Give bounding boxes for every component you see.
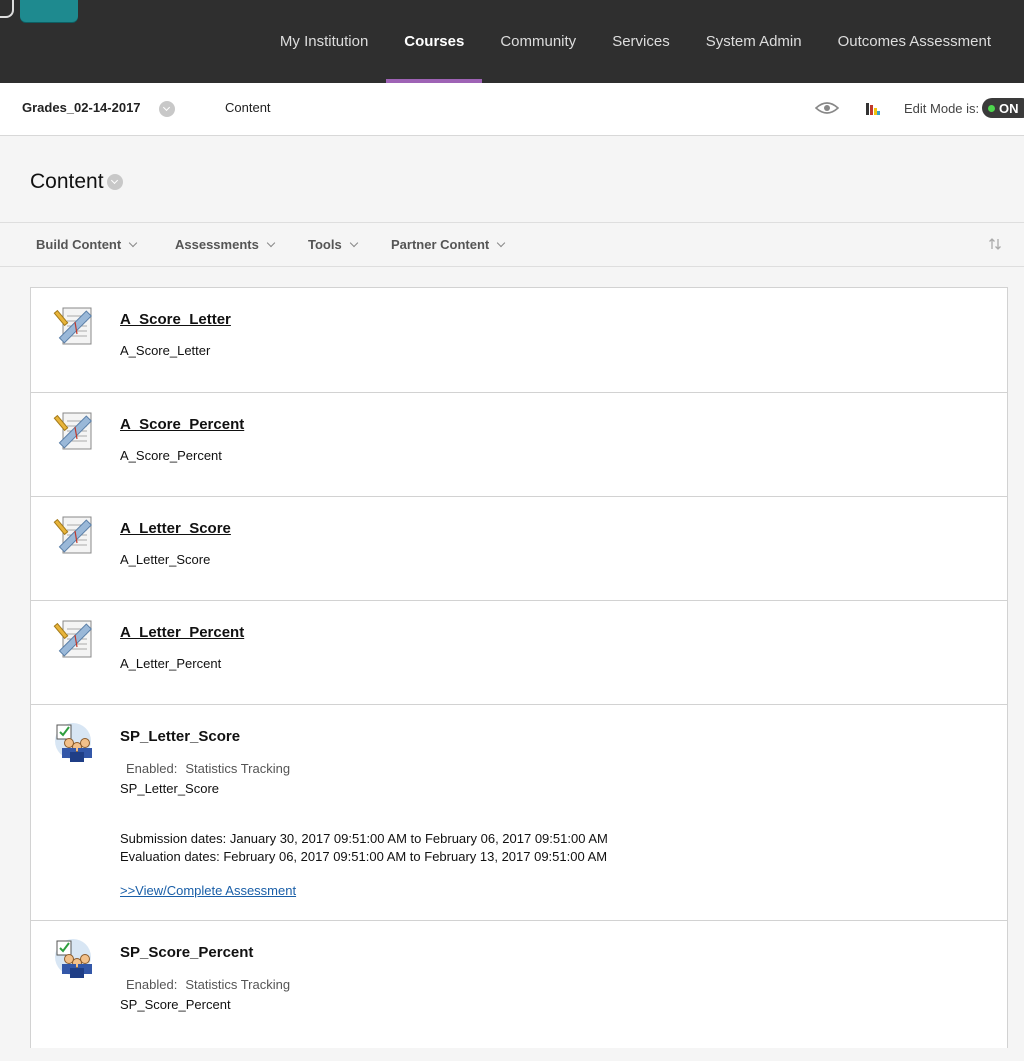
assessments-menu[interactable]: Assessments	[175, 237, 276, 252]
item-description: SP_Score_Percent	[120, 997, 231, 1012]
tools-menu[interactable]: Tools	[308, 237, 358, 252]
partner-content-menu[interactable]: Partner Content	[391, 237, 506, 252]
breadcrumb-bar: Grades_02-14-2017 Content Edit Mode is: …	[0, 83, 1024, 136]
assignment-icon	[53, 412, 92, 450]
reorder-sort-icon[interactable]	[988, 237, 1002, 251]
list-item: SP_Letter_Score Enabled: Statistics Track…	[31, 705, 1007, 921]
page-header: Content	[0, 142, 1024, 223]
item-title-link[interactable]: A_Letter_Score	[120, 520, 231, 537]
item-title-link[interactable]: A_Letter_Percent	[120, 624, 244, 641]
item-description: SP_Letter_Score	[120, 781, 220, 796]
assessment-dates: Submission dates: January 30, 2017 09:51…	[120, 830, 608, 866]
item-enabled-meta: Enabled: Statistics Tracking	[126, 977, 290, 992]
item-description: A_Score_Percent	[120, 448, 222, 463]
view-complete-assessment-link[interactable]: >>View/Complete Assessment	[120, 883, 296, 898]
content-menu-chevron-icon[interactable]	[107, 174, 123, 190]
submission-dates: Submission dates: January 30, 2017 09:51…	[120, 831, 608, 846]
nav-community[interactable]: Community	[482, 0, 594, 83]
chevron-down-icon	[349, 238, 358, 248]
item-title-link[interactable]: A_Score_Percent	[120, 416, 244, 433]
tools-label: Tools	[308, 237, 342, 252]
main-nav: My Institution Courses Community Service…	[262, 0, 1024, 83]
item-description: A_Letter_Percent	[120, 656, 222, 671]
enabled-value: Statistics Tracking	[185, 977, 291, 992]
partner-content-label: Partner Content	[391, 237, 490, 252]
assessments-label: Assessments	[175, 237, 259, 252]
nav-courses[interactable]: Courses	[386, 0, 483, 83]
item-description: A_Score_Letter	[120, 343, 211, 358]
evaluation-dates: Evaluation dates: February 06, 2017 09:5…	[120, 849, 608, 864]
institution-logo[interactable]	[20, 0, 78, 22]
item-title[interactable]: SP_Score_Percent	[120, 944, 253, 961]
list-item: A_Score_Letter A_Score_Letter	[31, 288, 1007, 393]
breadcrumb-current: Content	[225, 100, 271, 115]
nav-outcomes-assessment[interactable]: Outcomes Assessment	[820, 0, 1024, 83]
breadcrumb-course[interactable]: Grades_02-14-2017	[22, 100, 141, 115]
nav-services[interactable]: Services	[594, 0, 688, 83]
list-item: SP_Score_Percent Enabled: Statistics Trac…	[31, 921, 1007, 1061]
course-menu-chevron-icon[interactable]	[159, 101, 175, 117]
edit-mode-indicator-icon	[988, 104, 995, 112]
build-content-menu[interactable]: Build Content	[36, 237, 138, 252]
menu-edge-icon[interactable]	[0, 0, 14, 18]
assignment-icon	[53, 620, 92, 658]
list-item: A_Letter_Score A_Letter_Score	[31, 497, 1007, 601]
self-peer-assessment-icon	[55, 939, 92, 978]
theme-palette-icon[interactable]	[865, 102, 881, 116]
chevron-down-icon	[496, 238, 506, 248]
item-title[interactable]: SP_Letter_Score	[120, 728, 240, 745]
item-description: A_Letter_Score	[120, 552, 211, 567]
content-action-bar: Build Content Assessments Tools Partner …	[0, 223, 1024, 267]
build-content-label: Build Content	[36, 237, 122, 252]
chevron-down-icon	[266, 238, 276, 248]
assignment-icon	[53, 307, 92, 345]
list-item: A_Score_Percent A_Score_Percent	[31, 393, 1007, 497]
top-navigation-bar: My Institution Courses Community Service…	[0, 0, 1024, 83]
edit-mode-toggle[interactable]: ON	[982, 98, 1024, 118]
list-item: A_Letter_Percent A_Letter_Percent	[31, 601, 1007, 705]
enabled-label: Enabled:	[126, 761, 178, 776]
edit-mode-state: ON	[999, 100, 1019, 116]
chevron-down-icon	[128, 238, 138, 248]
content-list: A_Score_Letter A_Score_Letter A_Score_Pe…	[30, 287, 1008, 1048]
edit-mode-label: Edit Mode is:	[904, 101, 980, 116]
assignment-icon	[53, 516, 92, 554]
item-title-link[interactable]: A_Score_Letter	[120, 311, 231, 328]
nav-my-institution[interactable]: My Institution	[262, 0, 386, 83]
enabled-value: Statistics Tracking	[185, 761, 291, 776]
enabled-label: Enabled:	[126, 977, 178, 992]
page-title: Content	[30, 170, 104, 193]
self-peer-assessment-icon	[55, 723, 92, 762]
student-preview-eye-icon[interactable]	[815, 101, 839, 115]
nav-system-admin[interactable]: System Admin	[688, 0, 820, 83]
item-enabled-meta: Enabled: Statistics Tracking	[126, 761, 290, 776]
